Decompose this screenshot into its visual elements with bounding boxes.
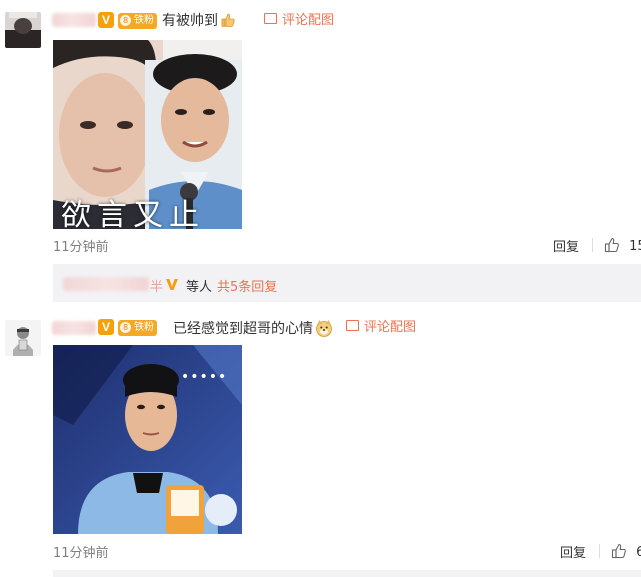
avatar[interactable] — [5, 12, 41, 48]
like-button[interactable]: 6 — [611, 541, 641, 560]
doge-emoji-icon — [315, 319, 333, 337]
like-button[interactable]: 15 — [604, 235, 641, 254]
sub-reply-etc: 等人 — [186, 280, 213, 295]
like-icon — [611, 543, 626, 559]
comment-time: 11分钟前 — [53, 240, 109, 255]
image-icon — [346, 320, 359, 331]
reply-with-image-label: 评论配图 — [282, 13, 335, 28]
image-icon — [264, 13, 277, 24]
reply-button[interactable]: 回复 — [553, 236, 579, 255]
fan-tag: 8 铁粉 — [118, 320, 157, 336]
gold-v-icon — [165, 276, 179, 295]
sub-reply-username-blurred[interactable] — [63, 277, 149, 291]
verified-badge: V — [98, 319, 114, 335]
fan-tag-icon: 8 — [120, 15, 131, 26]
like-count: 6 — [636, 545, 641, 560]
fan-tag: 8 铁粉 — [118, 13, 157, 29]
reply-with-image-link[interactable]: 评论配图 — [264, 12, 334, 30]
like-count: 15 — [629, 239, 641, 254]
comment-text: 有被帅到 — [162, 12, 236, 30]
thumbs-up-emoji-icon — [220, 12, 236, 28]
reply-with-image-link[interactable]: 评论配图 — [346, 319, 416, 337]
reply-with-image-label: 评论配图 — [364, 320, 417, 335]
comment-image[interactable]: ••••• — [53, 345, 242, 534]
fan-tag-icon: 8 — [120, 322, 131, 333]
username-blurred[interactable] — [52, 13, 96, 27]
image-caption: ••••• — [181, 369, 228, 385]
comment-text: 已经感觉到超哥的心情 — [173, 319, 333, 338]
comment-image[interactable]: 欲言又止 — [53, 40, 242, 229]
verified-badge: V — [98, 12, 114, 28]
username-blurred[interactable] — [52, 321, 96, 335]
fan-tag-label: 铁粉 — [134, 15, 154, 26]
view-all-replies-link[interactable]: 共5条回复 — [217, 276, 277, 295]
comment-body: 有被帅到 — [162, 13, 218, 29]
like-icon — [604, 237, 619, 253]
reply-button[interactable]: 回复 — [560, 542, 586, 561]
avatar[interactable] — [5, 320, 41, 356]
action-divider — [592, 238, 593, 252]
comment-time: 11分钟前 — [53, 546, 109, 561]
action-divider — [599, 544, 600, 558]
sub-replies-bar[interactable] — [53, 570, 641, 577]
fan-tag-label: 铁粉 — [134, 322, 154, 333]
image-caption: 欲言又止 — [61, 198, 205, 229]
sub-reply-name-suffix: 半 — [150, 280, 164, 295]
comment-body: 已经感觉到超哥的心情 — [173, 321, 313, 337]
